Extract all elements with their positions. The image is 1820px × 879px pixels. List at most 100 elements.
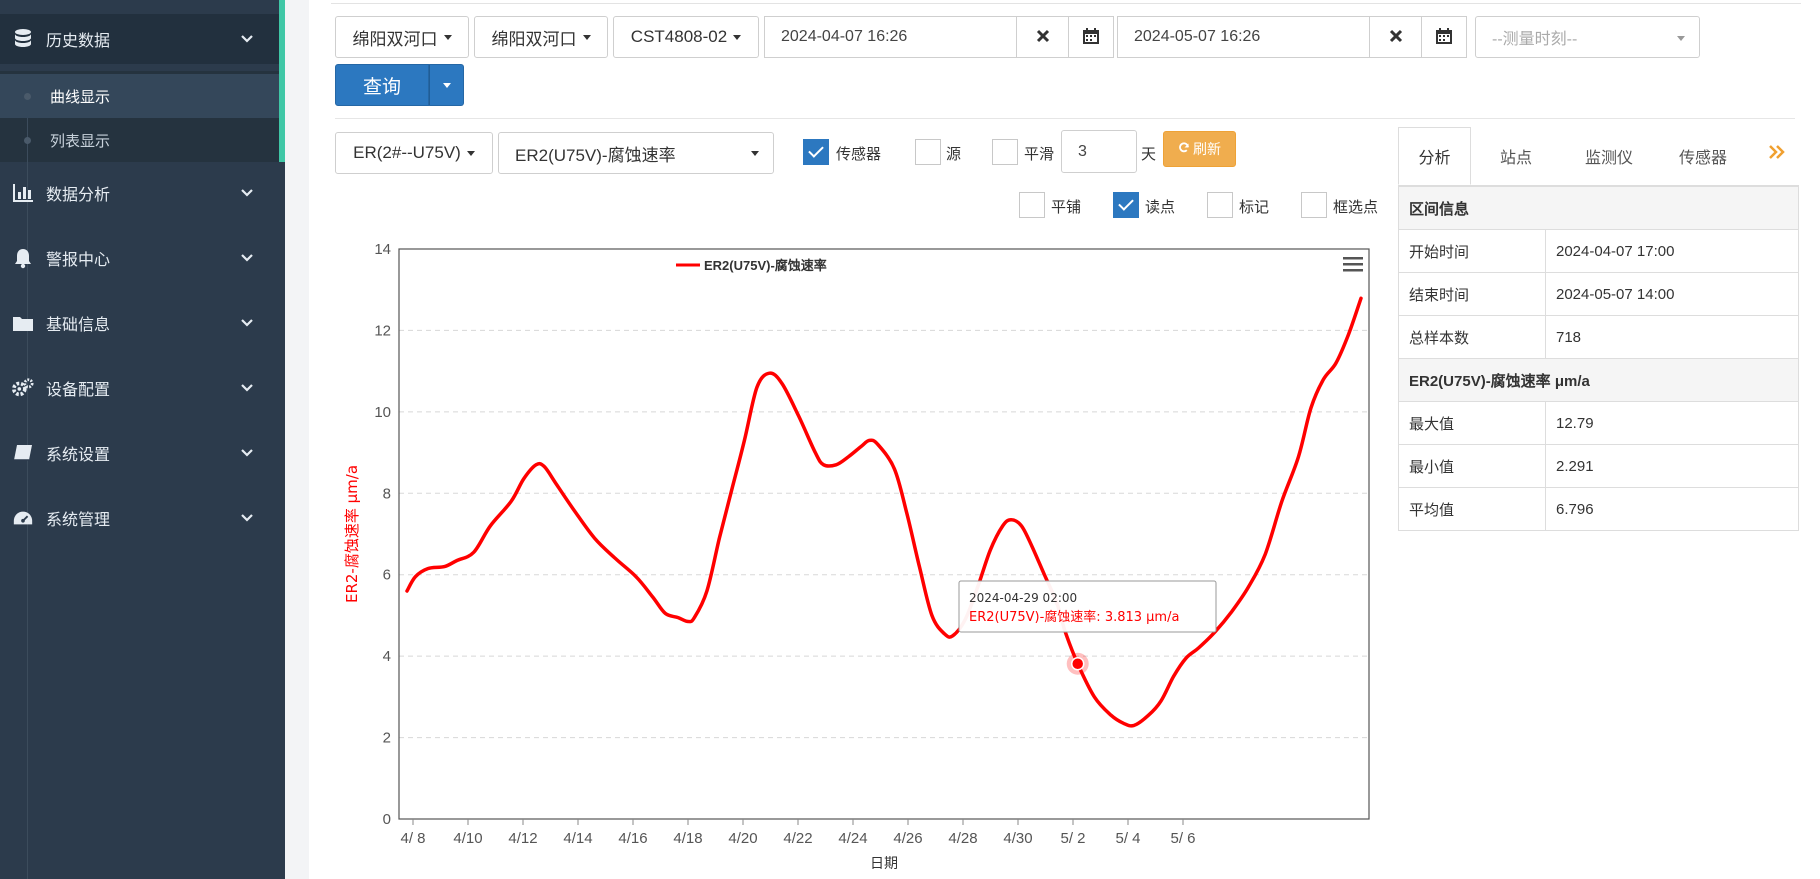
tab-monitor[interactable]: 监测仪 xyxy=(1561,127,1657,185)
tile-checkbox[interactable] xyxy=(1019,192,1045,218)
table-row: 结束时间 2024-05-07 14:00 xyxy=(1398,272,1799,316)
measure-time-select[interactable]: --测量时刻-- xyxy=(1475,16,1700,58)
readpoint-checkbox[interactable] xyxy=(1113,192,1139,218)
refresh-label: 刷新 xyxy=(1193,141,1221,157)
clear-end-button[interactable] xyxy=(1369,16,1422,58)
sidebar: 历史数据 曲线显示 列表显示 数据分析 警报中心 基础信息 设备配置 系统设置 … xyxy=(0,0,285,879)
probe-dropdown[interactable]: ER(2#--U75V) xyxy=(335,132,493,174)
end-time-input[interactable]: 2024-05-07 16:26 xyxy=(1117,16,1370,58)
y-tick-label: 8 xyxy=(383,485,391,502)
book-icon xyxy=(12,442,34,464)
row-value: 2024-05-07 14:00 xyxy=(1545,272,1799,316)
x-tick-label: 5/ 2 xyxy=(1060,830,1085,847)
region2-dropdown[interactable]: 绵阳双河口 xyxy=(474,16,608,58)
row-key: 结束时间 xyxy=(1398,272,1546,316)
readpoint-label: 读点 xyxy=(1145,199,1176,216)
sidebar-item-alarm-center[interactable]: 警报中心 xyxy=(0,233,279,283)
start-time-input[interactable]: 2024-04-07 16:26 xyxy=(764,16,1017,58)
tab-label: 传感器 xyxy=(1678,150,1727,167)
x-tick-label: 4/20 xyxy=(728,830,757,847)
content-gutter xyxy=(285,0,309,879)
series-line[interactable] xyxy=(405,296,1363,728)
folder-icon xyxy=(12,312,34,334)
corrosion-rate-chart[interactable]: 0 2 4 6 8 10 12 14 4/ 8 4/10 4/12 4/14 4/16 4/18 4/20… xyxy=(335,232,1386,879)
plot-frame xyxy=(398,248,1370,820)
legend-label[interactable]: ER2(U75V)-腐蚀速率 xyxy=(704,258,827,273)
double-chevron-right-icon[interactable] xyxy=(1765,141,1789,165)
sidebar-item-label: 历史数据 xyxy=(46,33,111,50)
y-tick-label: 14 xyxy=(374,241,391,258)
tab-station[interactable]: 站点 xyxy=(1471,127,1561,185)
end-calendar-button[interactable] xyxy=(1421,16,1467,58)
menu-icon[interactable] xyxy=(1343,257,1363,272)
y-tick-label: 6 xyxy=(383,567,391,584)
section-title: ER2(U75V)-腐蚀速率 μm/a xyxy=(1398,358,1799,402)
table-row: 开始时间 2024-04-07 17:00 xyxy=(1398,229,1799,273)
sidebar-item-history-data[interactable]: 历史数据 xyxy=(0,14,279,64)
metric-dropdown[interactable]: ER2(U75V)-腐蚀速率 xyxy=(498,132,774,174)
section-divider xyxy=(335,118,1795,119)
chevron-down-icon xyxy=(239,380,255,396)
caret-down-icon xyxy=(751,151,759,156)
refresh-button[interactable]: 刷新 xyxy=(1163,131,1236,167)
smooth-days-input[interactable]: 3 xyxy=(1061,130,1137,173)
dropdown-value: 绵阳双河口 xyxy=(491,29,577,49)
query-label: 查询 xyxy=(362,76,401,98)
clear-start-button[interactable] xyxy=(1016,16,1069,58)
tab-sensor[interactable]: 传感器 xyxy=(1657,127,1749,185)
sidebar-subitem-curve-display[interactable]: 曲线显示 xyxy=(0,74,279,118)
y-tick-label: 10 xyxy=(374,404,391,421)
sidebar-item-system-settings[interactable]: 系统设置 xyxy=(0,428,279,478)
source-label: 源 xyxy=(946,146,962,163)
y-tick-label: 4 xyxy=(383,648,391,665)
smooth-checkbox[interactable] xyxy=(992,139,1018,165)
sidebar-item-device-config[interactable]: 设备配置 xyxy=(0,363,279,413)
start-time-value: 2024-04-07 16:26 xyxy=(781,28,908,45)
x-tick-label: 5/ 6 xyxy=(1170,830,1195,847)
top-border xyxy=(331,3,1801,4)
dropdown-value: CST4808-02 xyxy=(630,27,728,46)
chart-grid xyxy=(399,329,1369,739)
chevron-down-icon xyxy=(239,510,255,526)
x-tick-label: 5/ 4 xyxy=(1115,830,1140,847)
mark-label: 标记 xyxy=(1239,199,1270,216)
table-row: 平均值 6.796 xyxy=(1398,487,1799,531)
tab-analysis[interactable]: 分析 xyxy=(1398,127,1471,185)
section-header-interval: 区间信息 xyxy=(1398,186,1799,230)
analysis-panel: 分析 站点 监测仪 传感器 区间信息 开始时间 2024-04-07 17:00 … xyxy=(1398,127,1799,531)
x-tick-label: 4/24 xyxy=(838,830,867,847)
readpoint-marker[interactable] xyxy=(1066,652,1089,675)
sensor-checkbox[interactable] xyxy=(803,139,829,165)
mark-checkbox[interactable] xyxy=(1207,192,1233,218)
device-dropdown[interactable]: CST4808-02 xyxy=(613,16,759,58)
sidebar-item-label: 数据分析 xyxy=(46,187,111,204)
source-checkbox[interactable] xyxy=(915,139,941,165)
region1-dropdown[interactable]: 绵阳双河口 xyxy=(335,16,469,58)
chevron-down-icon xyxy=(239,31,255,47)
start-calendar-button[interactable] xyxy=(1068,16,1114,58)
sidebar-item-basic-info[interactable]: 基础信息 xyxy=(0,298,279,348)
close-icon xyxy=(1035,28,1051,47)
x-tick-label: 4/14 xyxy=(563,830,592,847)
query-button[interactable]: 查询 xyxy=(335,64,429,106)
sidebar-item-label: 设备配置 xyxy=(46,382,111,399)
query-dropdown-toggle[interactable] xyxy=(429,64,464,106)
bullet-icon xyxy=(24,136,31,144)
panel-tabs: 分析 站点 监测仪 传感器 xyxy=(1398,127,1799,186)
y-tick-label: 0 xyxy=(383,811,391,828)
database-icon xyxy=(12,28,34,50)
x-axis-ticks: 4/ 8 4/10 4/12 4/14 4/16 4/18 4/20 4/22 4/24 4/26… xyxy=(400,819,1196,847)
dropdown-value: 绵阳双河口 xyxy=(352,29,438,49)
analysis-table: 区间信息 开始时间 2024-04-07 17:00 结束时间 2024-05-07… xyxy=(1398,186,1799,531)
tab-label: 站点 xyxy=(1499,150,1532,167)
sidebar-item-system-management[interactable]: 系统管理 xyxy=(0,493,279,543)
measure-time-placeholder: --测量时刻-- xyxy=(1492,31,1578,48)
sidebar-subitem-list-display[interactable]: 列表显示 xyxy=(0,118,279,162)
boxselect-checkbox[interactable] xyxy=(1301,192,1327,218)
y-tick-label: 2 xyxy=(383,730,391,747)
x-tick-label: 4/16 xyxy=(618,830,647,847)
sidebar-item-data-analysis[interactable]: 数据分析 xyxy=(0,168,279,218)
section-title: 区间信息 xyxy=(1398,186,1799,230)
chevron-down-icon xyxy=(239,250,255,266)
x-tick-label: 4/22 xyxy=(783,830,812,847)
